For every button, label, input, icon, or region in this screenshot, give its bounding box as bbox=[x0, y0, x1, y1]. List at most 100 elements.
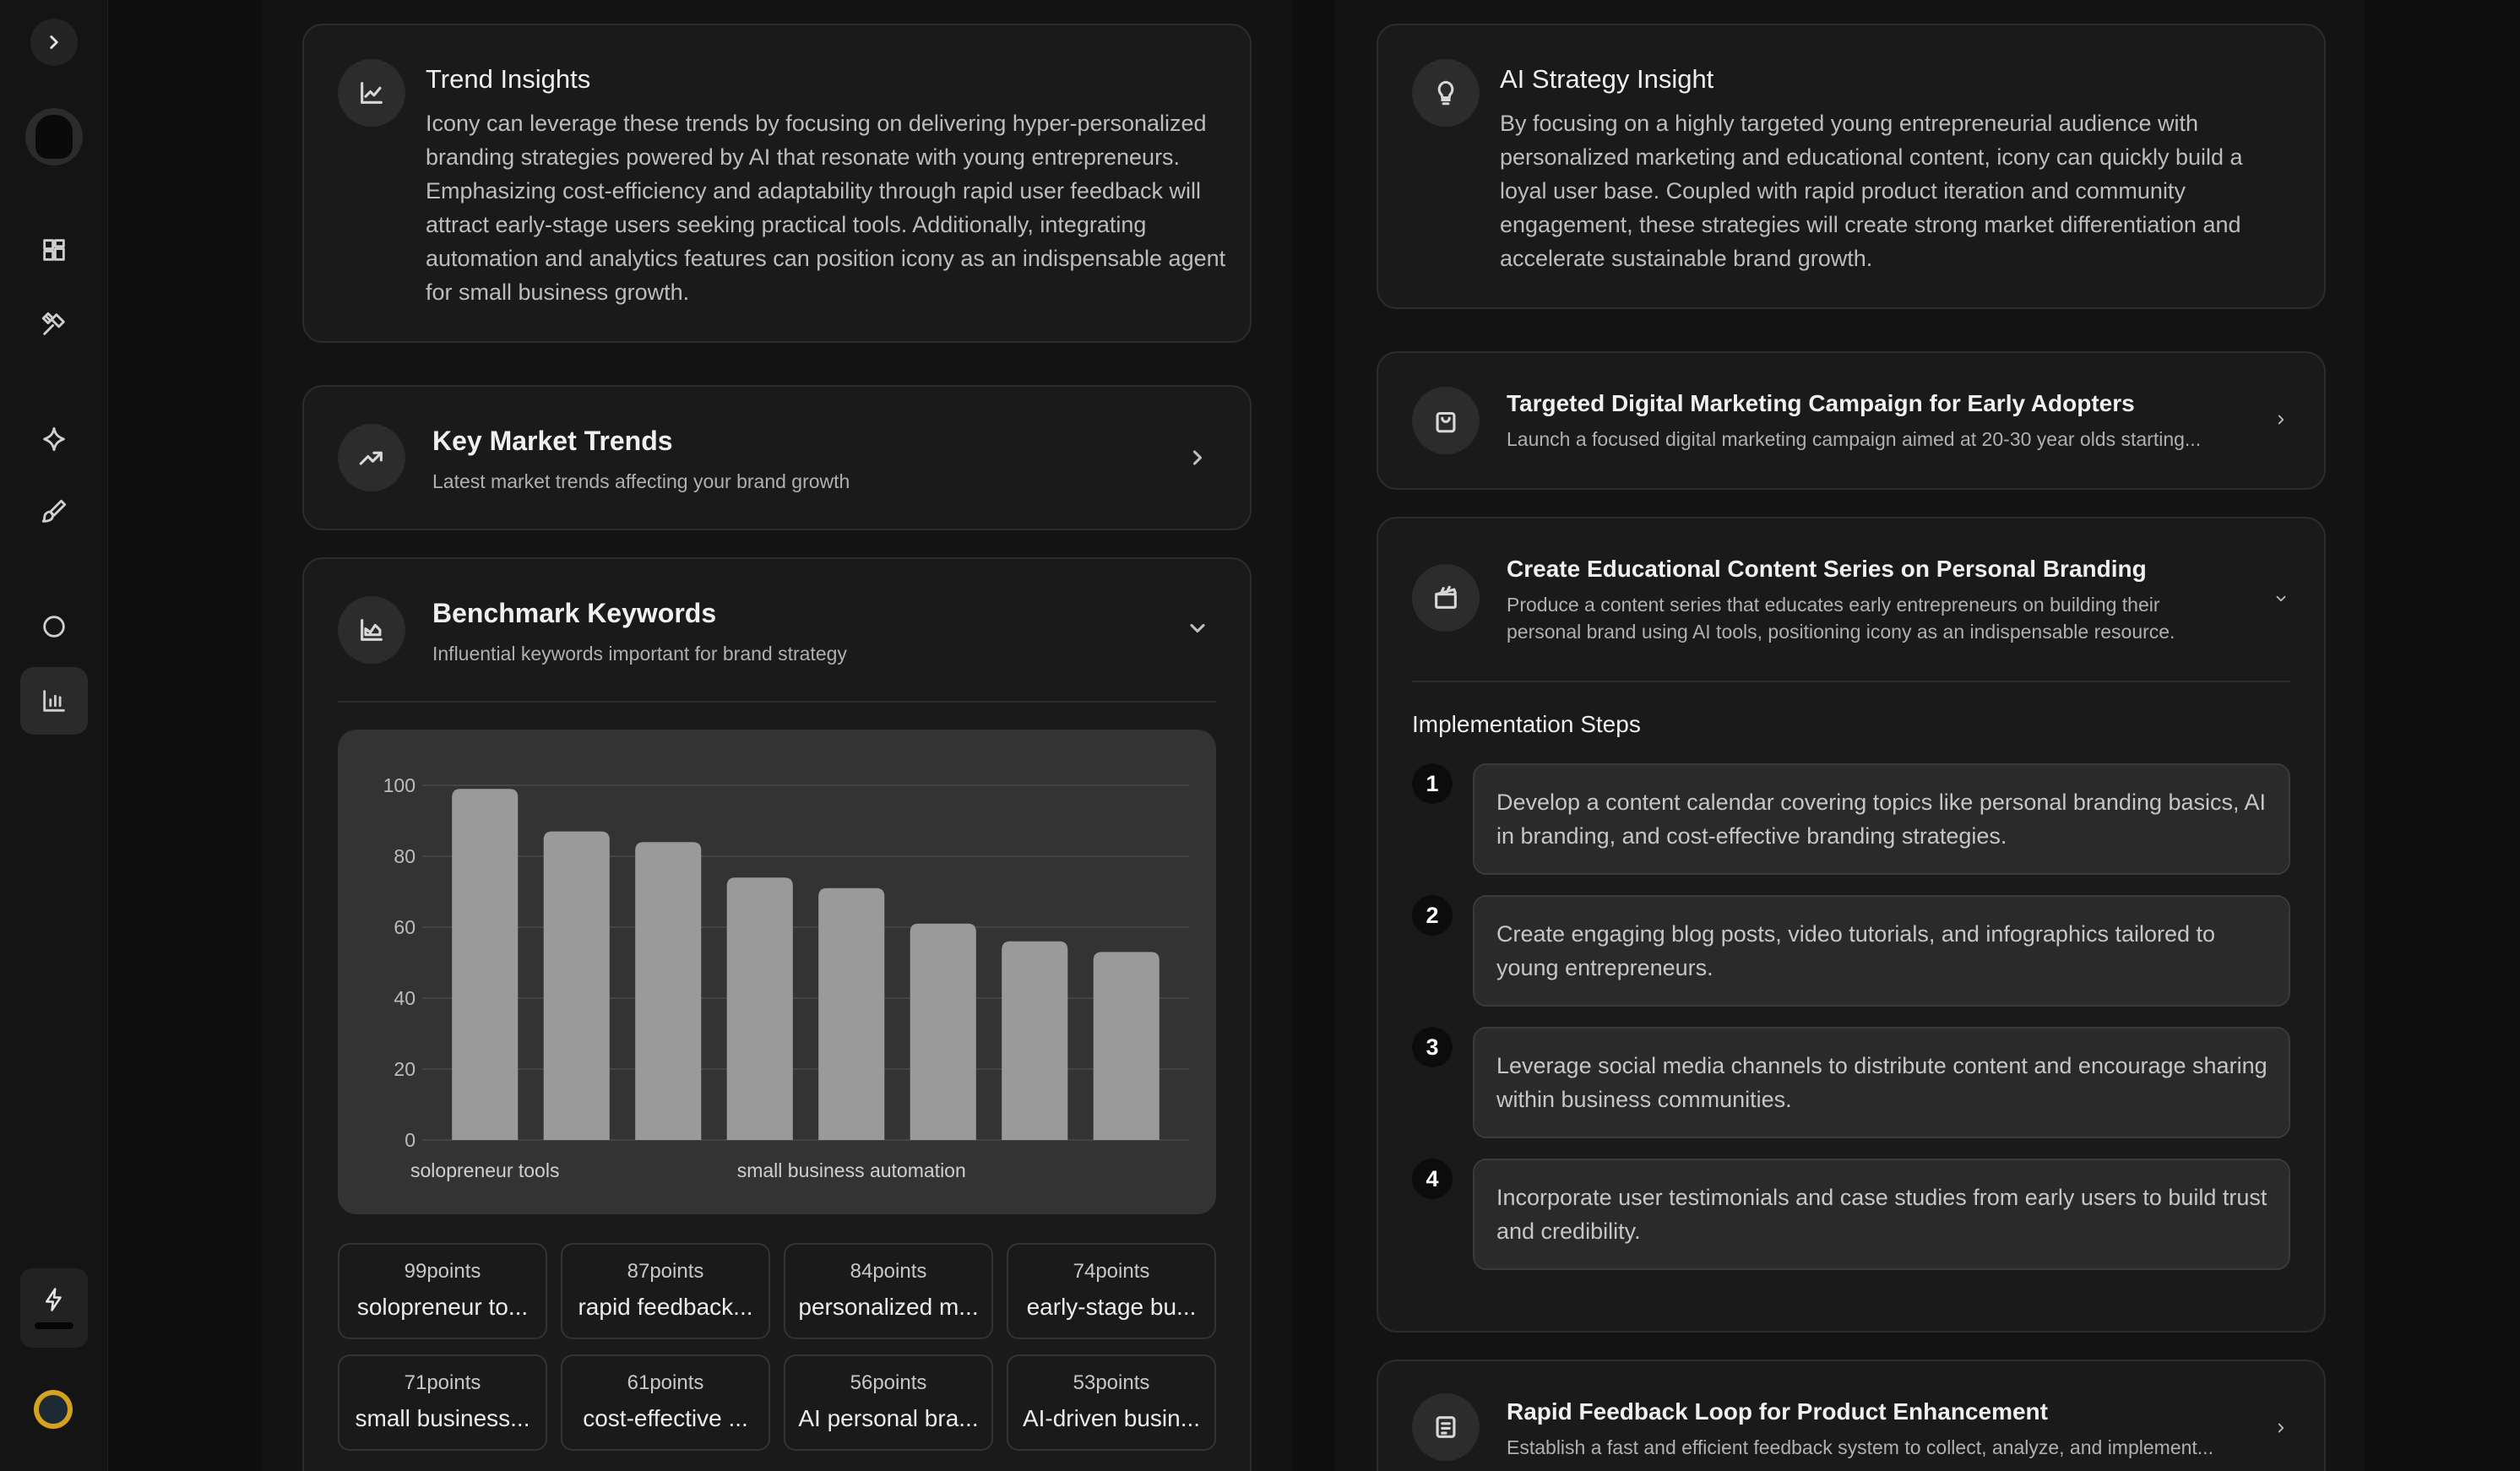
keyword-points: 87points bbox=[627, 1260, 704, 1283]
step-2-text: Create engaging blog posts, video tutori… bbox=[1496, 921, 2216, 980]
chart-bar[interactable] bbox=[1093, 952, 1160, 1140]
workspace-avatar[interactable] bbox=[25, 108, 83, 166]
chart-bar[interactable] bbox=[726, 877, 793, 1140]
keyword-points: 74points bbox=[1073, 1260, 1150, 1283]
line-chart-icon bbox=[361, 82, 383, 104]
keyword-tile[interactable]: 56points AI personal bra... bbox=[784, 1354, 993, 1451]
ai-strategy-body: By focusing on a highly targeted young e… bbox=[1500, 111, 2243, 271]
step-4-number: 4 bbox=[1412, 1159, 1453, 1199]
benchmark-keywords-collapse[interactable] bbox=[1186, 616, 1209, 644]
lightning-icon bbox=[46, 1288, 62, 1311]
sidebar-tools-button[interactable] bbox=[20, 290, 88, 358]
credits-bar bbox=[35, 1322, 73, 1329]
strategy-3-chevron[interactable] bbox=[2273, 1420, 2289, 1440]
user-avatar-image bbox=[39, 1395, 68, 1424]
sidebar-circle-button[interactable] bbox=[20, 593, 88, 660]
key-market-trends-card[interactable] bbox=[302, 385, 1252, 530]
strategy-1-icon-wrap bbox=[1412, 387, 1480, 454]
benchmark-divider bbox=[338, 701, 1216, 703]
implementation-title: Implementation Steps bbox=[1412, 711, 1641, 737]
step-4-box: Incorporate user testimonials and case s… bbox=[1473, 1159, 2290, 1270]
trending-up-icon bbox=[359, 451, 383, 465]
keyword-label: rapid feedback... bbox=[578, 1294, 753, 1320]
clapperboard-icon bbox=[1435, 585, 1457, 609]
area-chart-icon bbox=[361, 619, 383, 641]
keyword-tile[interactable]: 99points solopreneur to... bbox=[338, 1243, 547, 1339]
key-market-trends-icon-wrap bbox=[338, 424, 405, 491]
sidebar bbox=[0, 0, 108, 1471]
sparkle-icon bbox=[43, 426, 65, 452]
keyword-label: AI-driven busin... bbox=[1022, 1405, 1201, 1431]
benchmark-keywords-title: Benchmark Keywords bbox=[432, 598, 717, 628]
strategy-2-desc: Produce a content series that educates e… bbox=[1507, 594, 2175, 643]
step-3-text: Leverage social media channels to distri… bbox=[1496, 1053, 2267, 1112]
chart-bar[interactable] bbox=[1002, 941, 1068, 1140]
keyword-tile[interactable]: 74points early-stage bu... bbox=[1007, 1243, 1216, 1339]
trend-insights-title: Trend Insights bbox=[426, 64, 591, 94]
strategy-2-divider bbox=[1412, 681, 2290, 682]
circle-icon bbox=[43, 616, 65, 638]
tools-icon bbox=[41, 312, 65, 335]
expand-sidebar-button[interactable] bbox=[30, 19, 78, 66]
y-tick-label: 80 bbox=[394, 845, 415, 867]
step-3-box: Leverage social media channels to distri… bbox=[1473, 1027, 2290, 1138]
sidebar-brush-button[interactable] bbox=[20, 478, 88, 546]
trend-insights-body: Icony can leverage these trends by focus… bbox=[426, 111, 1226, 305]
y-tick-label: 60 bbox=[394, 916, 415, 938]
grid-icon bbox=[43, 239, 65, 261]
shopping-bag-icon bbox=[1436, 411, 1456, 433]
chart-bar[interactable] bbox=[635, 842, 702, 1140]
chevron-down-icon bbox=[1190, 623, 1205, 633]
keyword-points: 61points bbox=[627, 1371, 704, 1394]
key-market-trends-subtitle: Latest market trends affecting your bran… bbox=[432, 470, 850, 492]
paintbrush-icon bbox=[41, 499, 67, 523]
chevron-right-icon bbox=[1192, 450, 1203, 465]
y-tick-label: 20 bbox=[394, 1058, 415, 1080]
keyword-label: cost-effective ... bbox=[583, 1405, 748, 1431]
sidebar-dashboard-button[interactable] bbox=[20, 216, 88, 284]
x-tick-label: small business automation bbox=[737, 1159, 966, 1181]
benchmark-keywords-subtitle: Influential keywords important for brand… bbox=[432, 643, 847, 665]
keyword-label: personalized m... bbox=[798, 1294, 979, 1320]
chevron-down-icon bbox=[2276, 595, 2286, 602]
strategy-1-desc: Launch a focused digital marketing campa… bbox=[1507, 428, 2202, 450]
sidebar-sparkle-button[interactable] bbox=[20, 405, 88, 473]
chevron-right-icon bbox=[2278, 415, 2284, 425]
strategy-1-chevron[interactable] bbox=[2273, 412, 2289, 432]
strategy-3-desc: Establish a fast and efficient feedback … bbox=[1507, 1436, 2213, 1458]
workspace-logo bbox=[35, 115, 73, 159]
chart-bar[interactable] bbox=[818, 887, 885, 1140]
keyword-label: AI personal bra... bbox=[798, 1405, 979, 1431]
keyword-points: 53points bbox=[1073, 1371, 1150, 1394]
user-avatar[interactable] bbox=[34, 1390, 73, 1429]
strategy-3-title: Rapid Feedback Loop for Product Enhancem… bbox=[1507, 1398, 2048, 1425]
x-tick-label: solopreneur tools bbox=[410, 1159, 559, 1181]
chevron-right-icon bbox=[2278, 1423, 2284, 1433]
keyword-points: 71points bbox=[404, 1371, 481, 1394]
strategy-3-icon-wrap bbox=[1412, 1393, 1480, 1461]
keyword-label: early-stage bu... bbox=[1026, 1294, 1197, 1320]
strategy-1-title: Targeted Digital Marketing Campaign for … bbox=[1507, 390, 2135, 416]
benchmark-keywords-icon-wrap bbox=[338, 596, 405, 664]
keyword-tile[interactable]: 87points rapid feedback... bbox=[561, 1243, 770, 1339]
step-1-text: Develop a content calendar covering topi… bbox=[1496, 790, 2267, 849]
chart-bar[interactable] bbox=[452, 789, 519, 1140]
step-2-box: Create engaging blog posts, video tutori… bbox=[1473, 895, 2290, 1007]
strategy-2-collapse[interactable] bbox=[2273, 591, 2289, 611]
lightbulb-icon bbox=[1437, 80, 1454, 106]
keyword-tile[interactable]: 71points small business... bbox=[338, 1354, 547, 1451]
sidebar-analytics-button[interactable] bbox=[20, 667, 88, 735]
chart-bar[interactable] bbox=[910, 923, 976, 1140]
keyword-tile[interactable]: 61points cost-effective ... bbox=[561, 1354, 770, 1451]
bar-chart-icon bbox=[43, 690, 65, 712]
keyword-points: 84points bbox=[850, 1260, 927, 1283]
ai-strategy-title: AI Strategy Insight bbox=[1500, 64, 1714, 94]
key-market-trends-title: Key Market Trends bbox=[432, 426, 673, 456]
keyword-tile[interactable]: 53points AI-driven busin... bbox=[1007, 1354, 1216, 1451]
key-market-trends-chevron[interactable] bbox=[1186, 446, 1209, 474]
chart-bar[interactable] bbox=[543, 831, 610, 1140]
y-tick-label: 40 bbox=[394, 987, 415, 1009]
keyword-tile[interactable]: 84points personalized m... bbox=[784, 1243, 993, 1339]
strategy-card-1[interactable] bbox=[1377, 351, 2326, 490]
credits-button[interactable] bbox=[20, 1268, 88, 1348]
